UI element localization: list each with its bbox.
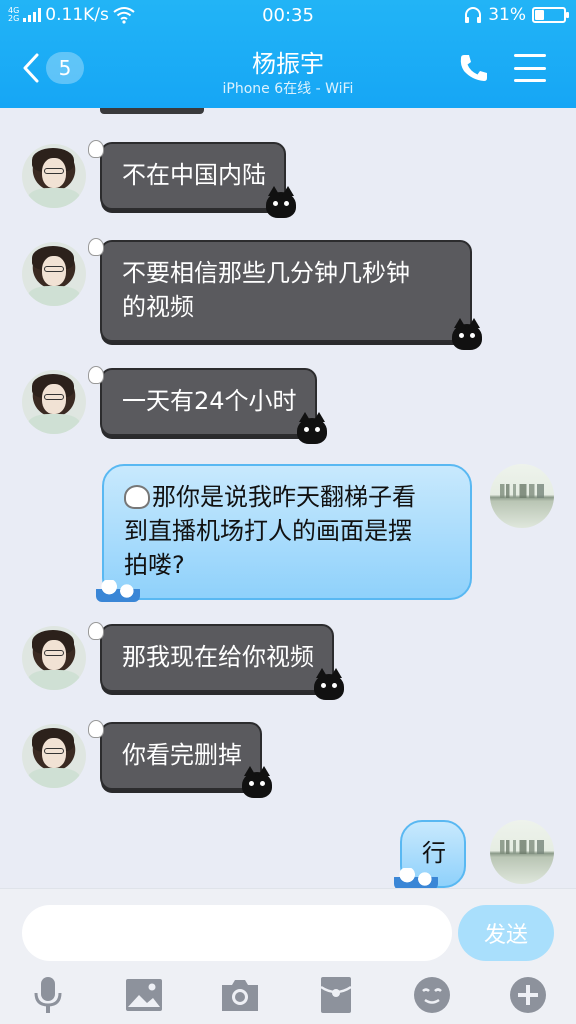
message-line: 拍喽? xyxy=(124,551,185,579)
message-row: 不在中国内陆 xyxy=(0,138,576,228)
message-bubble-outgoing[interactable]: 那你是说我昨天翻梯子看 到直播机场打人的画面是摆 拍喽? xyxy=(96,464,472,602)
message-input[interactable] xyxy=(22,905,452,961)
call-button[interactable] xyxy=(458,52,490,84)
message-bubble-incoming[interactable]: 那我现在给你视频 xyxy=(88,622,344,700)
toolbar xyxy=(0,973,576,1017)
previous-bubble-edge xyxy=(100,108,204,114)
message-row: 不要相信那些几分钟几秒钟 的视频 xyxy=(0,236,576,350)
ghost-emoji-icon xyxy=(124,485,150,509)
black-cat-icon xyxy=(314,668,344,700)
message-text: 你看完删掉 xyxy=(122,741,242,769)
contact-avatar[interactable] xyxy=(22,626,86,690)
message-row: 你看完删掉 xyxy=(0,718,576,808)
message-bubble-outgoing[interactable]: 行 xyxy=(394,820,466,888)
contact-avatar[interactable] xyxy=(22,242,86,306)
message-row: 一天有24个小时 xyxy=(0,364,576,454)
black-cat-icon xyxy=(266,186,296,218)
black-cat-icon xyxy=(296,412,327,444)
input-bar: 发送 xyxy=(0,888,576,1024)
microphone-icon xyxy=(34,977,62,1013)
ghost-sticker-icon xyxy=(88,622,104,640)
message-row: 行 xyxy=(0,818,576,888)
message-row: 那我现在给你视频 xyxy=(0,620,576,710)
emoji-icon xyxy=(414,977,450,1013)
menu-icon xyxy=(514,54,546,57)
chat-header: 4G 2G 0.11K/s 00:35 31% 5 杨振宇 iPhone 6在线… xyxy=(0,0,576,108)
ghost-sticker-icon xyxy=(88,720,104,738)
my-avatar[interactable] xyxy=(490,820,554,884)
battery-percent: 31% xyxy=(488,5,526,25)
menu-button[interactable] xyxy=(514,54,546,82)
black-cat-icon xyxy=(452,318,482,350)
headphones-icon xyxy=(465,7,482,23)
message-bubble-incoming[interactable]: 一天有24个小时 xyxy=(88,366,327,444)
wave-decoration-icon xyxy=(96,580,140,602)
battery-fill xyxy=(535,10,544,20)
camera-button[interactable] xyxy=(218,973,262,1017)
message-row: 那你是说我昨天翻梯子看 到直播机场打人的画面是摆 拍喽? xyxy=(0,462,576,602)
ghost-sticker-icon xyxy=(88,238,104,256)
message-text: 那我现在给你视频 xyxy=(122,643,314,671)
image-icon xyxy=(126,979,162,1011)
message-bubble-incoming[interactable]: 不在中国内陆 xyxy=(88,140,296,218)
my-avatar[interactable] xyxy=(490,464,554,528)
more-button[interactable] xyxy=(506,973,550,1017)
message-text: 一天有24个小时 xyxy=(122,387,297,415)
phone-icon xyxy=(460,55,487,81)
message-line: 的视频 xyxy=(122,293,194,321)
ghost-sticker-icon xyxy=(88,140,104,158)
message-line: 到直播机场打人的画面是摆 xyxy=(124,517,412,545)
wave-decoration-icon xyxy=(394,868,438,888)
camera-icon xyxy=(222,980,258,1011)
contact-avatar[interactable] xyxy=(22,724,86,788)
contact-avatar[interactable] xyxy=(22,144,86,208)
plus-icon xyxy=(510,977,546,1013)
message-bubble-incoming[interactable]: 你看完删掉 xyxy=(88,720,272,798)
ghost-sticker-icon xyxy=(88,366,104,384)
message-list[interactable]: 不在中国内陆 不要相信那些几分钟几秒钟 的视频 一天有24个小时 那你是说我昨天… xyxy=(0,108,576,888)
emoji-button[interactable] xyxy=(410,973,454,1017)
red-envelope-button[interactable] xyxy=(314,973,358,1017)
message-text: 行 xyxy=(422,839,446,867)
send-button[interactable]: 发送 xyxy=(458,905,554,961)
voice-button[interactable] xyxy=(26,973,70,1017)
photo-button[interactable] xyxy=(122,973,166,1017)
message-bubble-incoming[interactable]: 不要相信那些几分钟几秒钟 的视频 xyxy=(88,238,482,350)
red-envelope-icon xyxy=(320,977,352,1013)
black-cat-icon xyxy=(242,766,272,798)
status-bar: 4G 2G 0.11K/s 00:35 31% xyxy=(0,0,576,32)
message-text: 不在中国内陆 xyxy=(122,161,266,189)
message-line: 不要相信那些几分钟几秒钟 xyxy=(122,259,410,287)
message-line: 那你是说我昨天翻梯子看 xyxy=(124,480,452,514)
contact-avatar[interactable] xyxy=(22,370,86,434)
chat-screen: 4G 2G 0.11K/s 00:35 31% 5 杨振宇 iPhone 6在线… xyxy=(0,0,576,1024)
message-line-text: 那你是说我昨天翻梯子看 xyxy=(152,483,416,511)
battery-icon xyxy=(532,7,569,23)
status-right: 31% xyxy=(464,5,569,25)
